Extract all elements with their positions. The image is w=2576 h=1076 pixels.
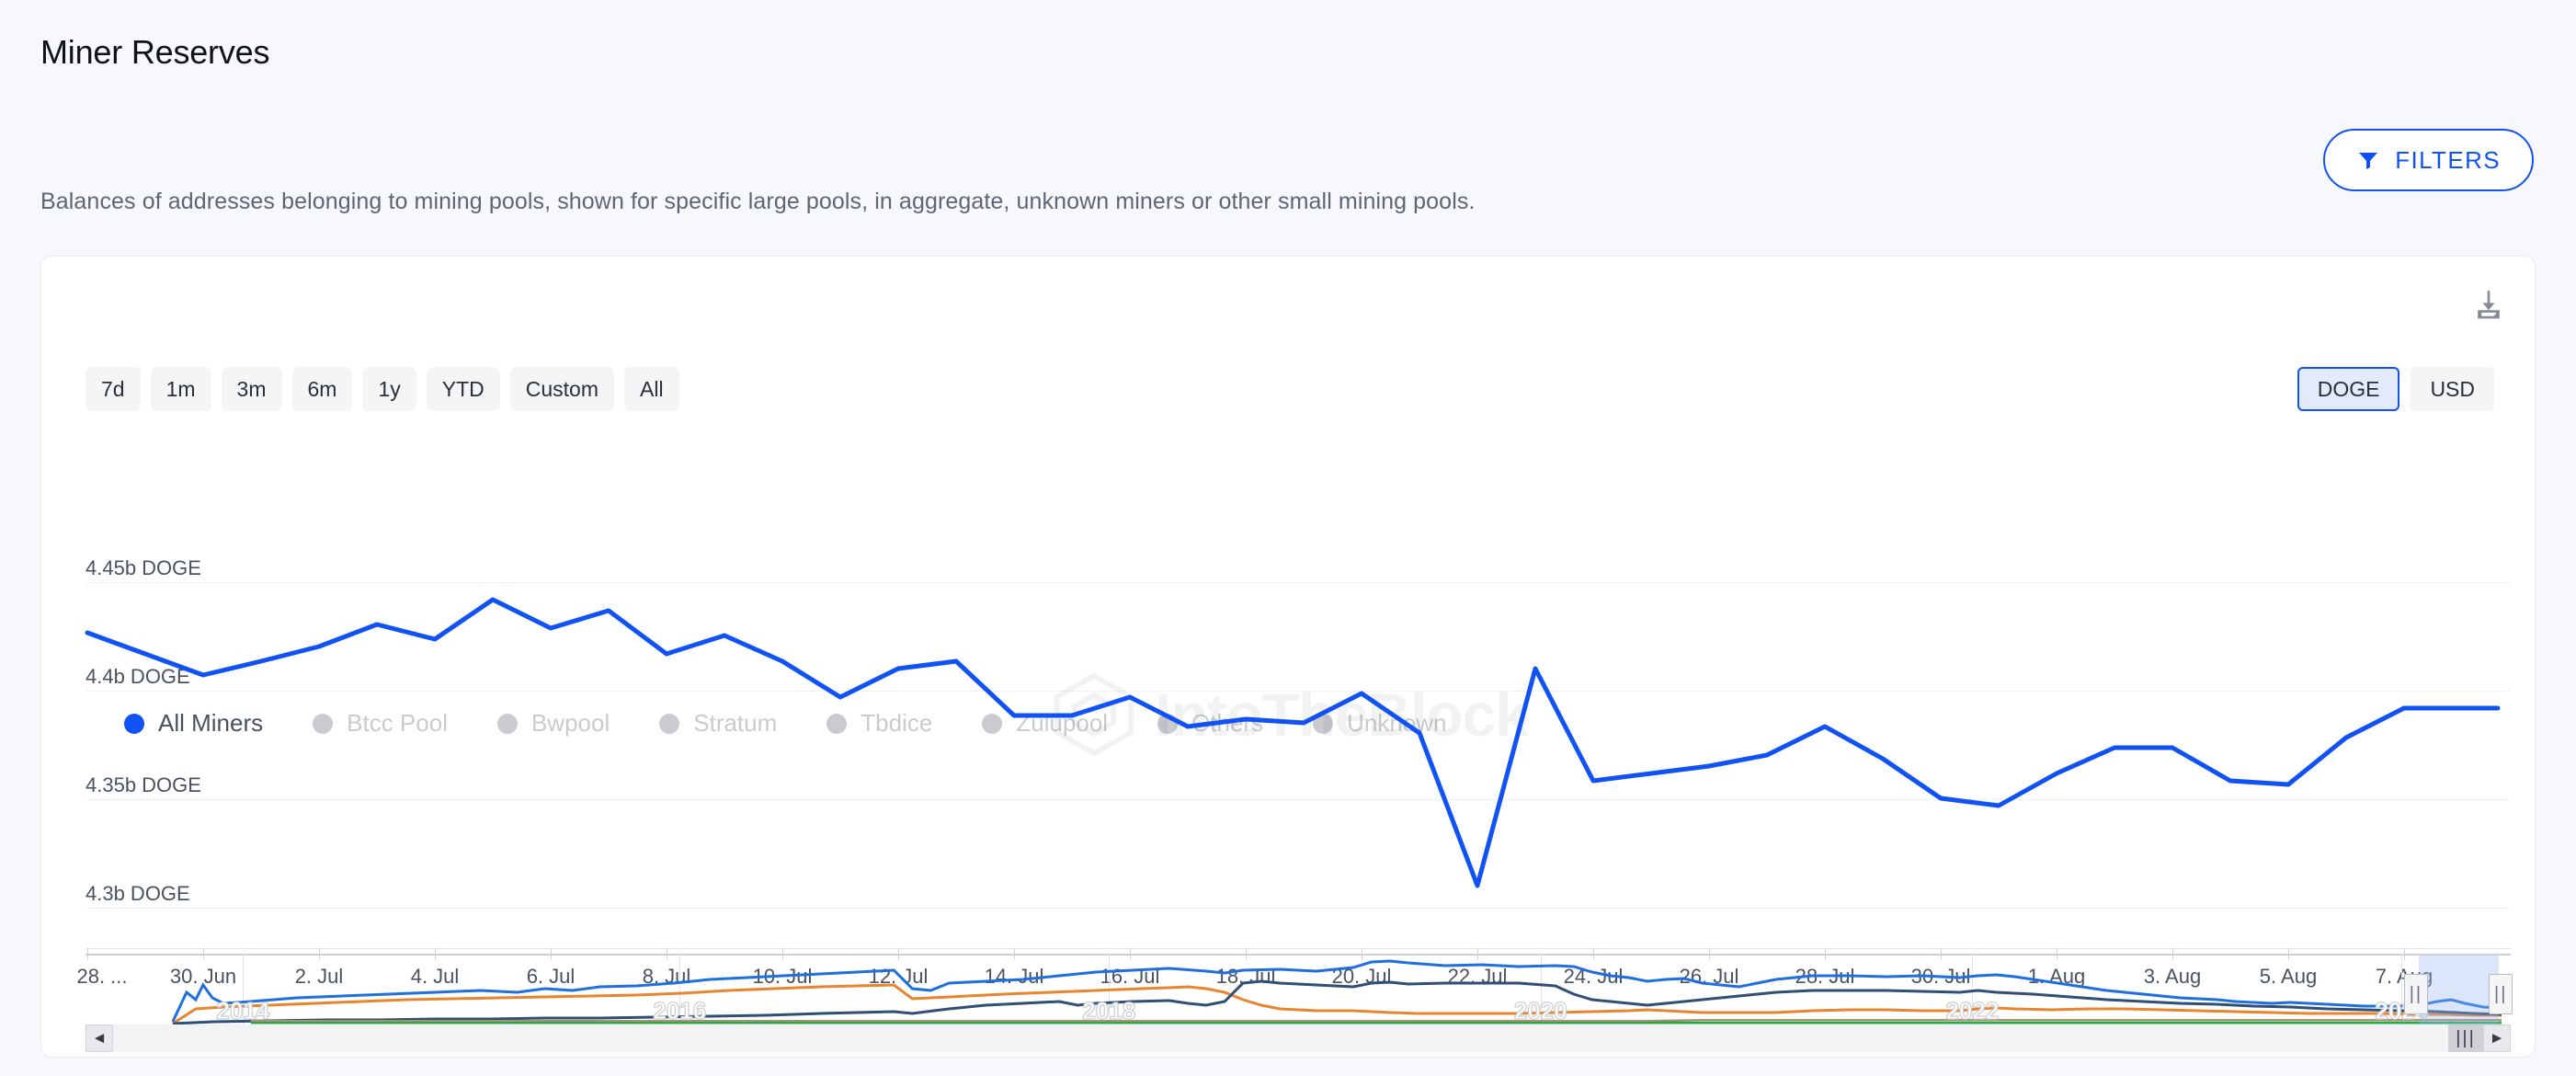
download-icon[interactable] [2474, 290, 2503, 321]
navigator-track[interactable]: 2014 2016 2018 2020 2022 2024 || || [85, 954, 2513, 1027]
currency-toggle: DOGE USD [2297, 367, 2494, 411]
scrollbar-thumb[interactable]: ||| [2448, 1024, 2483, 1052]
scroll-left-button[interactable]: ◄ [85, 1024, 113, 1052]
currency-doge[interactable]: DOGE [2297, 367, 2400, 411]
currency-usd[interactable]: USD [2411, 367, 2494, 411]
range-7d[interactable]: 7d [85, 367, 141, 411]
page-description: Balances of addresses belonging to minin… [40, 189, 1476, 214]
navigator-mini-chart [171, 959, 2502, 1025]
funnel-icon [2356, 149, 2380, 171]
chart-plot-area: 4.45b DOGE 4.4b DOGE 4.35b DOGE 4.3b DOG… [41, 556, 2535, 946]
x-axis-baseline [85, 948, 2511, 949]
handle-grip-icon: || [2409, 984, 2423, 1004]
navigator-scrollbar[interactable]: ◄ ||| ► [85, 1024, 2511, 1052]
navigator-handle-right[interactable]: || [2489, 974, 2513, 1014]
scroll-right-button[interactable]: ► [2483, 1024, 2511, 1052]
range-custom[interactable]: Custom [509, 367, 614, 411]
range-1y[interactable]: 1y [362, 367, 416, 411]
chart-navigator[interactable]: 2014 2016 2018 2020 2022 2024 || || ◄ ||… [41, 954, 2535, 1057]
range-selector: 7d 1m 3m 6m 1y YTD Custom All [85, 367, 679, 411]
chart-card: 7d 1m 3m 6m 1y YTD Custom All DOGE USD A… [40, 256, 2536, 1058]
page-title: Miner Reserves [40, 33, 270, 71]
range-all[interactable]: All [624, 367, 679, 411]
navigator-handle-left[interactable]: || [2403, 974, 2428, 1014]
navigator-selected-window[interactable] [2418, 956, 2499, 1025]
filters-button-label: FILTERS [2395, 145, 2501, 174]
range-ytd[interactable]: YTD [426, 367, 500, 411]
range-3m[interactable]: 3m [221, 367, 282, 411]
range-6m[interactable]: 6m [291, 367, 353, 411]
handle-grip-icon: || [2494, 984, 2508, 1004]
range-1m[interactable]: 1m [150, 367, 211, 411]
filters-button[interactable]: FILTERS [2323, 129, 2534, 191]
miner-reserves-page: Miner Reserves FILTERS Balances of addre… [0, 0, 2576, 1076]
series-line-all-miners [85, 597, 2501, 888]
